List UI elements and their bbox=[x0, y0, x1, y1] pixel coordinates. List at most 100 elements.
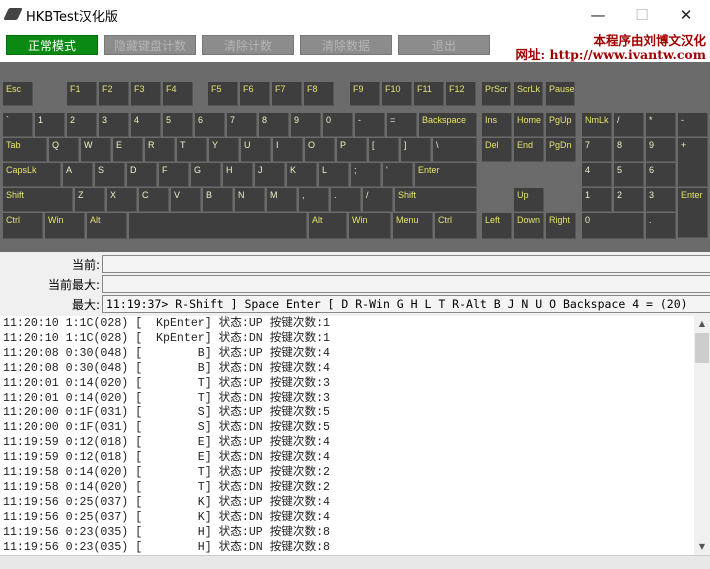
key-x[interactable]: X bbox=[107, 188, 137, 212]
key-8[interactable]: 8 bbox=[259, 113, 289, 137]
key-esc[interactable]: Esc bbox=[3, 82, 33, 106]
clear-data-button[interactable]: 清除数据 bbox=[300, 35, 392, 55]
key-7[interactable]: 7 bbox=[582, 138, 612, 162]
key-s[interactable]: S bbox=[95, 163, 125, 187]
key-f6[interactable]: F6 bbox=[240, 82, 270, 106]
key-f12[interactable]: F12 bbox=[446, 82, 476, 106]
key-f1[interactable]: F1 bbox=[67, 82, 97, 106]
key-x59[interactable]: ; bbox=[351, 163, 381, 187]
key-h[interactable]: H bbox=[223, 163, 253, 187]
key-enter[interactable]: Enter bbox=[678, 188, 708, 238]
key-x92[interactable]: \ bbox=[433, 138, 477, 162]
key-5[interactable]: 5 bbox=[163, 113, 193, 137]
key-f[interactable]: F bbox=[159, 163, 189, 187]
key-ctrl[interactable]: Ctrl bbox=[435, 213, 477, 239]
key-v[interactable]: V bbox=[171, 188, 201, 212]
key-o[interactable]: O bbox=[305, 138, 335, 162]
key-x61[interactable]: = bbox=[387, 113, 417, 137]
normal-mode-button[interactable]: 正常模式 bbox=[6, 35, 98, 55]
key-pause[interactable]: Pause bbox=[546, 82, 575, 106]
key-down[interactable]: Down bbox=[514, 213, 544, 239]
key-pgdn[interactable]: PgDn bbox=[546, 138, 576, 162]
key-ins[interactable]: Ins bbox=[482, 113, 512, 137]
key-z[interactable]: Z bbox=[75, 188, 105, 212]
key-p[interactable]: P bbox=[337, 138, 367, 162]
key-win[interactable]: Win bbox=[349, 213, 391, 239]
key-alt[interactable]: Alt bbox=[309, 213, 347, 239]
key-2[interactable]: 2 bbox=[67, 113, 97, 137]
key-menu[interactable]: Menu bbox=[393, 213, 433, 239]
key-tab[interactable]: Tab bbox=[3, 138, 47, 162]
key-3[interactable]: 3 bbox=[646, 188, 676, 212]
key-8[interactable]: 8 bbox=[614, 138, 644, 162]
key-f2[interactable]: F2 bbox=[99, 82, 129, 106]
maximize-button[interactable]: ☐ bbox=[622, 4, 662, 26]
key-1[interactable]: 1 bbox=[35, 113, 65, 137]
close-button[interactable]: ✕ bbox=[666, 4, 706, 26]
credit-url[interactable]: 网址: http://www.ivantw.com bbox=[516, 44, 706, 63]
scroll-down-arrow-icon[interactable]: ▼ bbox=[694, 539, 710, 555]
key-f3[interactable]: F3 bbox=[131, 82, 161, 106]
key-f8[interactable]: F8 bbox=[304, 82, 334, 106]
key-alt[interactable]: Alt bbox=[87, 213, 127, 239]
key-l[interactable]: L bbox=[319, 163, 349, 187]
key-capslk[interactable]: CapsLk bbox=[3, 163, 61, 187]
key-home[interactable]: Home bbox=[514, 113, 544, 137]
key-scrlk[interactable]: ScrLk bbox=[514, 82, 543, 106]
key-m[interactable]: M bbox=[267, 188, 297, 212]
key-x46[interactable]: . bbox=[646, 213, 676, 239]
exit-button[interactable]: 退出 bbox=[398, 35, 490, 55]
key-x45[interactable]: - bbox=[678, 113, 708, 137]
key-6[interactable]: 6 bbox=[195, 113, 225, 137]
key-n[interactable]: N bbox=[235, 188, 265, 212]
key-x42[interactable]: * bbox=[646, 113, 676, 137]
key-i[interactable]: I bbox=[273, 138, 303, 162]
key-5[interactable]: 5 bbox=[614, 163, 644, 187]
key-k[interactable]: K bbox=[287, 163, 317, 187]
key-del[interactable]: Del bbox=[482, 138, 512, 162]
key-win[interactable]: Win bbox=[45, 213, 85, 239]
key-f10[interactable]: F10 bbox=[382, 82, 412, 106]
key-f9[interactable]: F9 bbox=[350, 82, 380, 106]
key-right[interactable]: Right bbox=[546, 213, 576, 239]
key-7[interactable]: 7 bbox=[227, 113, 257, 137]
key-f11[interactable]: F11 bbox=[414, 82, 444, 106]
key-nmlk[interactable]: NmLk bbox=[582, 113, 612, 137]
key-0[interactable]: 0 bbox=[323, 113, 353, 137]
key-f5[interactable]: F5 bbox=[208, 82, 238, 106]
hide-keyboard-count-button[interactable]: 隐藏键盘计数 bbox=[104, 35, 196, 55]
key-e[interactable]: E bbox=[113, 138, 143, 162]
key-enter[interactable]: Enter bbox=[415, 163, 477, 187]
key-y[interactable]: Y bbox=[209, 138, 239, 162]
key-shift[interactable]: Shift bbox=[3, 188, 73, 212]
key-0[interactable]: 0 bbox=[582, 213, 644, 239]
key-x91[interactable]: [ bbox=[369, 138, 399, 162]
key-r[interactable]: R bbox=[145, 138, 175, 162]
key-x96[interactable]: ` bbox=[3, 113, 33, 137]
key-x43[interactable]: + bbox=[678, 138, 708, 187]
key-9[interactable]: 9 bbox=[646, 138, 676, 162]
key-pgup[interactable]: PgUp bbox=[546, 113, 576, 137]
key-f4[interactable]: F4 bbox=[163, 82, 193, 106]
key-9[interactable]: 9 bbox=[291, 113, 321, 137]
key-backspace[interactable]: Backspace bbox=[419, 113, 477, 137]
key-t[interactable]: T bbox=[177, 138, 207, 162]
clear-count-button[interactable]: 清除计数 bbox=[202, 35, 294, 55]
key-x39[interactable]: ' bbox=[383, 163, 413, 187]
key-x93[interactable]: ] bbox=[401, 138, 431, 162]
key-u[interactable]: U bbox=[241, 138, 271, 162]
scroll-up-arrow-icon[interactable]: ▲ bbox=[694, 316, 710, 332]
key-log[interactable]: 11:20:10 1:1C(028) [ KpEnter] 状态:UP 按键次数… bbox=[0, 316, 694, 555]
key-x46[interactable]: . bbox=[331, 188, 361, 212]
key-g[interactable]: G bbox=[191, 163, 221, 187]
key-1[interactable]: 1 bbox=[582, 188, 612, 212]
key-prscr[interactable]: PrScr bbox=[482, 82, 511, 106]
key-c[interactable]: C bbox=[139, 188, 169, 212]
key-up[interactable]: Up bbox=[514, 188, 544, 212]
key-d[interactable]: D bbox=[127, 163, 157, 187]
log-scrollbar[interactable]: ▲ ▼ bbox=[694, 316, 710, 555]
key-w[interactable]: W bbox=[81, 138, 111, 162]
key-6[interactable]: 6 bbox=[646, 163, 676, 187]
key-end[interactable]: End bbox=[514, 138, 544, 162]
key-left[interactable]: Left bbox=[482, 213, 512, 239]
